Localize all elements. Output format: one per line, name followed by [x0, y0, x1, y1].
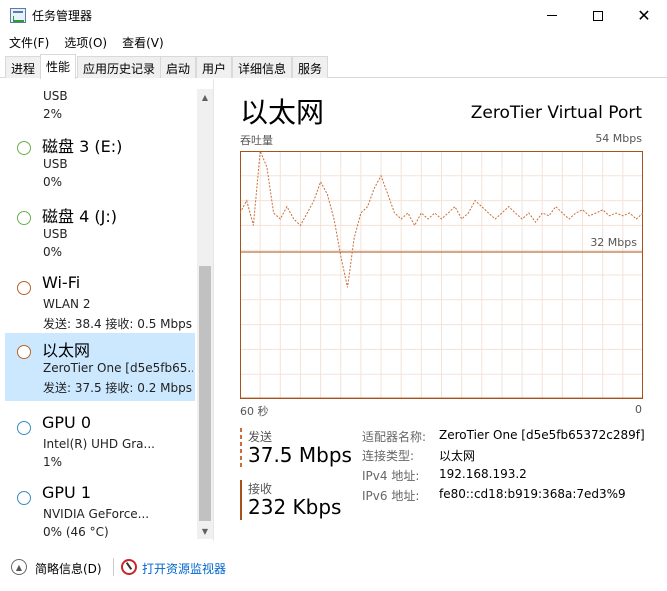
resource-sub: USB	[43, 227, 68, 241]
receive-stat: 接收 232 Kbps	[240, 480, 355, 520]
scroll-down-icon[interactable]: ▼	[197, 523, 213, 539]
tab-app-history[interactable]: 应用历史记录	[77, 56, 162, 78]
resource-item-disk-4[interactable]: 磁盘 4 (J:) USB 0%	[5, 199, 195, 267]
resource-monitor-icon[interactable]	[121, 559, 137, 575]
resource-item-disk-partial[interactable]: USB 2%	[5, 79, 195, 129]
resource-title: 以太网	[42, 341, 91, 360]
window-title: 任务管理器	[32, 9, 93, 23]
footer-divider	[113, 558, 114, 576]
tab-services[interactable]: 服务	[292, 56, 329, 78]
resource-sub: USB	[43, 89, 68, 103]
resource-title: GPU 0	[42, 413, 92, 432]
property-key: IPv4 地址:	[362, 469, 420, 483]
resource-title: Wi-Fi	[42, 273, 81, 292]
resource-title: 磁盘 3 (E:)	[42, 137, 123, 156]
maximize-icon	[593, 10, 603, 21]
tab-details[interactable]: 详细信息	[232, 56, 293, 78]
disk-status-icon	[17, 141, 31, 155]
vertical-scrollbar[interactable]: ▲ ▼	[197, 89, 213, 539]
throughput-chart: 32 Mbps	[240, 151, 643, 399]
resource-sub: NVIDIA GeForce...	[43, 507, 150, 521]
gpu-status-icon	[17, 421, 31, 435]
close-icon: ✕	[637, 5, 651, 25]
resource-sub: Intel(R) UHD Gra...	[43, 437, 155, 451]
property-value: 以太网	[439, 449, 476, 463]
chevron-up-icon[interactable]: ▲	[11, 559, 27, 575]
open-resource-monitor-link[interactable]: 打开资源监视器	[142, 560, 226, 577]
fewer-details-button[interactable]: 简略信息(D)	[35, 560, 102, 577]
maximize-button[interactable]	[575, 0, 621, 31]
tab-startup[interactable]: 启动	[160, 56, 197, 78]
tab-performance[interactable]: 性能	[40, 54, 77, 79]
resource-title: GPU 1	[42, 483, 92, 502]
minimize-icon	[547, 15, 557, 16]
resource-sub: WLAN 2	[43, 297, 91, 311]
network-status-icon	[17, 281, 31, 295]
resource-value: 2%	[43, 107, 63, 121]
resource-title: 磁盘 4 (J:)	[42, 207, 117, 226]
menu-options[interactable]: 选项(O)	[55, 31, 113, 51]
resource-value: 0% (46 °C)	[43, 525, 109, 539]
close-button[interactable]: ✕	[621, 0, 667, 31]
send-value: 37.5 Mbps	[248, 443, 352, 467]
receive-value: 232 Kbps	[248, 495, 342, 519]
chart-max-label: 54 Mbps	[595, 132, 642, 145]
adapter-name: ZeroTier Virtual Port	[470, 103, 642, 123]
disk-status-icon	[17, 211, 31, 225]
resource-value: 0%	[43, 175, 63, 189]
menu-bar: 文件(F) 选项(O) 查看(V)	[0, 31, 667, 51]
resource-item-ethernet[interactable]: 以太网 ZeroTier One [d5e5fb65... 发送: 37.5 接…	[5, 333, 195, 401]
footer: ▲ 简略信息(D) 打开资源监视器	[0, 553, 667, 581]
property-key: 连接类型:	[362, 449, 415, 463]
resource-item-wifi[interactable]: Wi-Fi WLAN 2 发送: 38.4 接收: 0.5 Mbps	[5, 269, 195, 337]
resource-list: USB 2% 磁盘 3 (E:) USB 0% 磁盘 4 (J:) USB 0%…	[0, 79, 214, 541]
menu-file[interactable]: 文件(F)	[0, 31, 55, 51]
property-value: ZeroTier One [d5e5fb65372c289f]	[439, 428, 645, 442]
property-key: 适配器名称:	[362, 430, 427, 444]
receive-legend-marker	[240, 480, 242, 520]
scroll-thumb[interactable]	[199, 266, 211, 521]
resource-item-gpu-0[interactable]: GPU 0 Intel(R) UHD Gra... 1%	[5, 409, 195, 477]
chart-x-start-label: 60 秒	[240, 405, 269, 418]
scroll-up-icon[interactable]: ▲	[197, 89, 213, 105]
send-legend-marker	[240, 428, 242, 468]
chart-reference-label: 32 Mbps	[590, 236, 637, 249]
page-title: 以太网	[240, 96, 325, 129]
gpu-status-icon	[17, 491, 31, 505]
chart-x-end-label: 0	[635, 403, 642, 416]
tab-users[interactable]: 用户	[196, 56, 233, 78]
network-status-icon	[17, 345, 31, 359]
property-value: 192.168.193.2	[439, 467, 527, 481]
property-key: IPv6 地址:	[362, 489, 420, 503]
menu-view[interactable]: 查看(V)	[113, 31, 170, 51]
resource-sub: ZeroTier One [d5e5fb65...	[43, 361, 193, 375]
task-manager-icon	[10, 8, 26, 23]
property-value: fe80::cd18:b919:368a:7ed3%9	[439, 487, 626, 501]
title-bar: 任务管理器 ✕	[0, 0, 667, 31]
resource-item-disk-3[interactable]: 磁盘 3 (E:) USB 0%	[5, 129, 195, 197]
send-stat: 发送 37.5 Mbps	[240, 428, 355, 468]
resource-value: 1%	[43, 455, 63, 469]
resource-value: 发送: 38.4 接收: 0.5 Mbps	[43, 317, 192, 331]
resource-value: 发送: 37.5 接收: 0.2 Mbps	[43, 381, 192, 395]
tab-bar: 进程 性能 应用历史记录 启动 用户 详细信息 服务	[0, 54, 667, 79]
resource-value: 0%	[43, 245, 63, 259]
tab-processes[interactable]: 进程	[5, 56, 42, 78]
chart-y-label: 吞吐量	[240, 134, 273, 147]
resource-sub: USB	[43, 157, 68, 171]
minimize-button[interactable]	[529, 0, 575, 31]
resource-item-gpu-1[interactable]: GPU 1 NVIDIA GeForce... 0% (46 °C)	[5, 479, 195, 541]
